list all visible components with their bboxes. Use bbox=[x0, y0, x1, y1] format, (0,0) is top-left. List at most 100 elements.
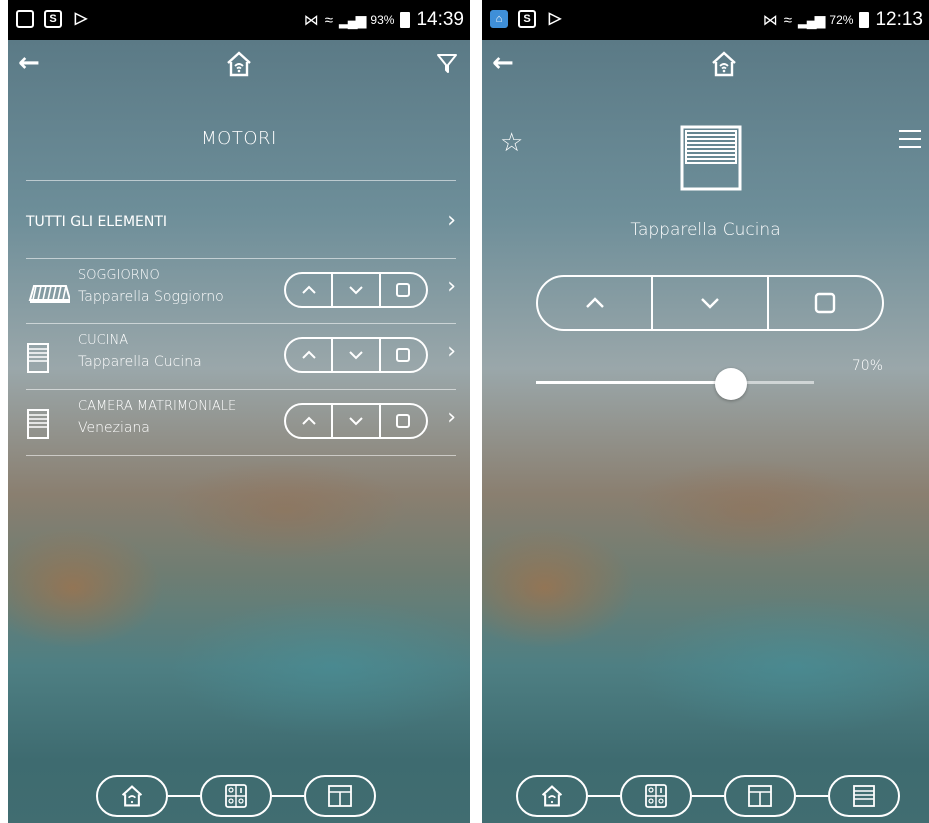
bottom-nav bbox=[516, 773, 900, 819]
chevron-right-icon[interactable]: › bbox=[447, 405, 456, 430]
shutter-icon bbox=[27, 409, 49, 439]
favorite-star-icon[interactable]: ☆ bbox=[500, 128, 523, 158]
stop-button[interactable] bbox=[766, 277, 882, 329]
menu-icon[interactable] bbox=[899, 124, 921, 154]
down-button[interactable] bbox=[651, 277, 766, 329]
app-notification-icon: S bbox=[44, 10, 62, 28]
chevron-down-icon bbox=[349, 417, 363, 426]
down-button[interactable] bbox=[331, 274, 378, 306]
chevron-down-icon bbox=[349, 351, 363, 360]
stop-icon bbox=[396, 283, 411, 297]
signal-icon: ▂▄▆ bbox=[797, 11, 825, 28]
chevron-up-icon bbox=[585, 297, 604, 308]
motor-controls bbox=[284, 272, 428, 308]
stop-button[interactable] bbox=[378, 274, 426, 306]
nav-home-button[interactable] bbox=[516, 775, 588, 817]
up-button[interactable] bbox=[286, 339, 331, 371]
position-slider[interactable] bbox=[536, 368, 814, 400]
device-name: CAMERA MATRIMONIALE bbox=[78, 399, 237, 414]
device-row-cucina[interactable]: CUCINA Tapparella Cucina › bbox=[26, 325, 456, 390]
device-name: CUCINA bbox=[78, 333, 129, 348]
battery-percentage: 72% bbox=[829, 13, 854, 27]
chevron-up-icon bbox=[301, 416, 316, 425]
position-value: 70% bbox=[851, 358, 883, 374]
battery-icon bbox=[859, 12, 870, 28]
nav-climate-button[interactable] bbox=[620, 775, 692, 817]
motor-controls bbox=[284, 337, 428, 373]
device-row-camera-matrimoniale[interactable]: CAMERA MATRIMONIALE Veneziana › bbox=[26, 391, 456, 456]
top-bar: ← bbox=[482, 40, 929, 90]
all-elements-row[interactable]: TUTTI GLI ELEMENTI › bbox=[26, 208, 456, 242]
down-button[interactable] bbox=[331, 405, 378, 437]
status-bar: ⌂ S ▷ ⋈ ≈ ▂▄▆ 72% 12:13 bbox=[482, 0, 929, 40]
page-title: MOTORI bbox=[201, 128, 277, 149]
device-description: Tapparella Cucina bbox=[78, 354, 202, 370]
play-notification-icon: ▷ bbox=[548, 10, 562, 27]
nav-window-button[interactable] bbox=[304, 775, 376, 817]
motor-controls bbox=[284, 403, 428, 439]
battery-percentage: 93% bbox=[370, 13, 395, 27]
down-button[interactable] bbox=[331, 339, 378, 371]
up-button[interactable] bbox=[286, 274, 331, 306]
play-notification-icon: ▷ bbox=[74, 10, 88, 27]
right-screen: ⌂ S ▷ ⋈ ≈ ▂▄▆ 72% 12:13 ← ☆ Tapparella C… bbox=[482, 0, 929, 823]
app-home-notification-icon: ⌂ bbox=[490, 10, 508, 28]
back-arrow-icon[interactable]: ← bbox=[492, 48, 514, 78]
window-icon bbox=[328, 785, 352, 807]
chevron-right-icon: › bbox=[447, 208, 456, 233]
awning-icon bbox=[28, 285, 70, 303]
climate-icon bbox=[225, 784, 247, 808]
device-description: Veneziana bbox=[78, 420, 150, 436]
nav-shutter-button[interactable] bbox=[828, 775, 900, 817]
shutter-icon bbox=[853, 785, 875, 807]
slider-fill bbox=[536, 381, 731, 384]
wifi-icon: ≈ bbox=[324, 11, 333, 29]
signal-icon: ▂▄▆ bbox=[338, 11, 366, 28]
divider bbox=[26, 389, 456, 390]
chevron-right-icon[interactable]: › bbox=[447, 339, 456, 364]
nav-connector bbox=[796, 795, 828, 797]
filter-icon[interactable] bbox=[436, 52, 458, 74]
device-name: SOGGIORNO bbox=[78, 268, 160, 283]
chevron-right-icon[interactable]: › bbox=[447, 274, 456, 299]
home-icon bbox=[121, 785, 143, 807]
nav-connector bbox=[588, 795, 620, 797]
shutter-icon bbox=[680, 125, 742, 191]
nav-connector bbox=[168, 795, 200, 797]
nav-connector bbox=[272, 795, 304, 797]
mute-icon: ⋈ bbox=[762, 12, 778, 29]
home-icon bbox=[541, 785, 563, 807]
left-screen: S ▷ ⋈ ≈ ▂▄▆ 93% 14:39 ← MOTORI TUTTI GLI… bbox=[8, 0, 470, 823]
nav-climate-button[interactable] bbox=[200, 775, 272, 817]
climate-icon bbox=[645, 784, 667, 808]
nav-connector bbox=[692, 795, 724, 797]
mute-icon: ⋈ bbox=[303, 12, 319, 29]
stop-icon bbox=[396, 348, 411, 362]
back-arrow-icon[interactable]: ← bbox=[18, 48, 40, 78]
up-button[interactable] bbox=[286, 405, 331, 437]
home-icon[interactable] bbox=[710, 50, 738, 78]
window-icon bbox=[748, 785, 772, 807]
gallery-notification-icon bbox=[16, 10, 34, 28]
clock: 12:13 bbox=[875, 9, 923, 30]
chevron-up-icon bbox=[301, 350, 316, 359]
device-description: Tapparella Soggiorno bbox=[78, 289, 224, 305]
up-button[interactable] bbox=[538, 277, 651, 329]
stop-icon bbox=[815, 292, 836, 314]
clock: 14:39 bbox=[416, 9, 464, 30]
nav-home-button[interactable] bbox=[96, 775, 168, 817]
battery-icon bbox=[400, 12, 411, 28]
shutter-icon bbox=[27, 343, 49, 373]
all-elements-label: TUTTI GLI ELEMENTI bbox=[26, 214, 168, 230]
device-row-soggiorno[interactable]: SOGGIORNO Tapparella Soggiorno › bbox=[26, 260, 456, 325]
nav-window-button[interactable] bbox=[724, 775, 796, 817]
chevron-up-icon bbox=[301, 285, 316, 294]
stop-icon bbox=[396, 414, 411, 428]
home-icon[interactable] bbox=[225, 50, 253, 78]
app-notification-icon: S bbox=[518, 10, 536, 28]
stop-button[interactable] bbox=[378, 339, 426, 371]
slider-knob[interactable] bbox=[714, 368, 747, 400]
device-title: Tapparella Cucina bbox=[630, 220, 781, 240]
stop-button[interactable] bbox=[378, 405, 426, 437]
status-bar: S ▷ ⋈ ≈ ▂▄▆ 93% 14:39 bbox=[8, 0, 470, 40]
